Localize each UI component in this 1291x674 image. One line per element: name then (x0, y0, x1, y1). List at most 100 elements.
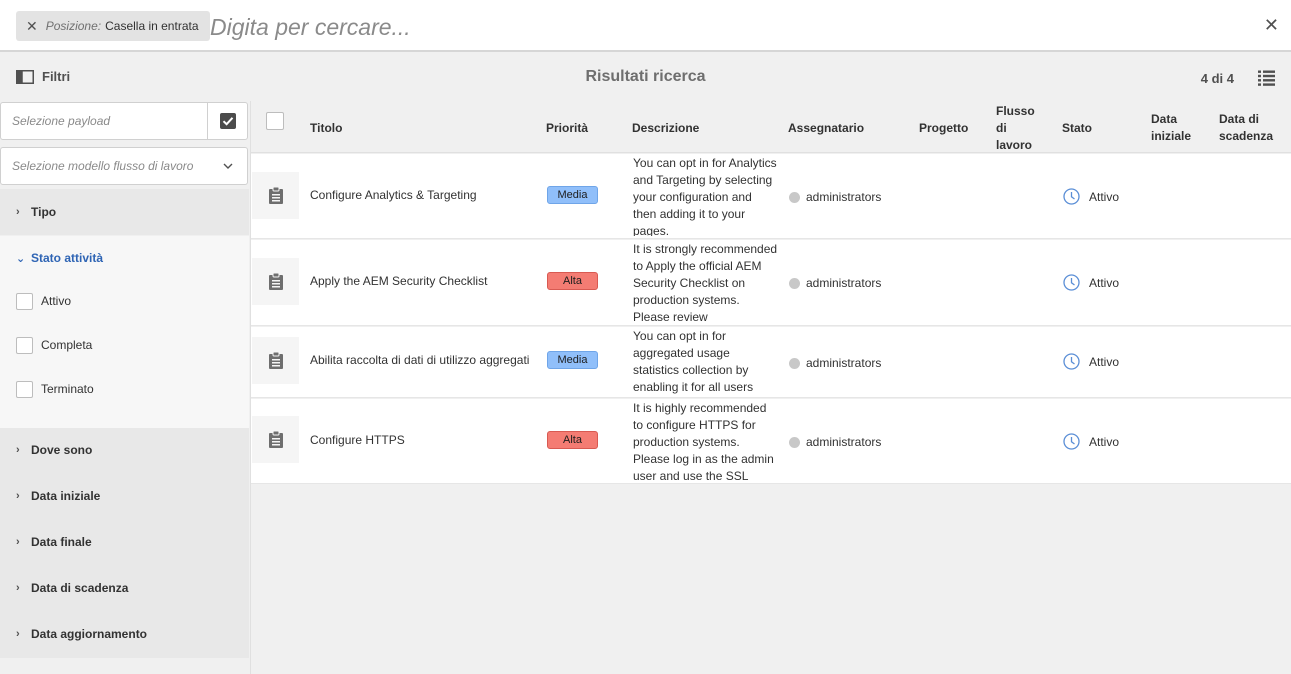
results-table: Titolo Priorità Descrizione Assegnatario… (250, 101, 1291, 674)
row-assignee: administrators (789, 276, 881, 290)
chevron-right-icon: › (16, 536, 20, 548)
payload-select-button[interactable] (207, 103, 247, 139)
clipboard-task-icon (268, 352, 283, 369)
row-description: It is strongly recommended to Apply the … (633, 242, 778, 323)
avatar (789, 357, 800, 369)
row-thumbnail[interactable] (252, 337, 299, 384)
clock-icon (1063, 353, 1080, 370)
section-label: Data di scadenza (31, 581, 129, 595)
result-count: 4 di 4 (1200, 71, 1234, 86)
section-data-finale[interactable]: › Data finale (0, 519, 249, 565)
assignee-name: administrators (806, 190, 882, 204)
col-progetto[interactable]: Progetto (919, 120, 968, 137)
status-label: Attivo (1089, 354, 1120, 369)
col-descrizione[interactable]: Descrizione (632, 120, 699, 137)
row-title: Configure Analytics & Targeting (310, 188, 477, 202)
row-title: Configure HTTPS (310, 433, 405, 447)
option-label: Terminato (41, 382, 94, 396)
row-title: Apply the AEM Security Checklist (310, 274, 488, 288)
clipboard-task-icon (268, 273, 283, 290)
section-label: Data iniziale (31, 489, 101, 503)
row-assignee: administrators (789, 190, 881, 204)
row-thumbnail[interactable] (252, 258, 299, 305)
workflow-model-select[interactable]: Selezione modello flusso di lavoro (0, 147, 248, 185)
close-search-icon[interactable]: ✕ (1264, 16, 1279, 34)
clock-icon (1063, 433, 1080, 450)
section-data-scadenza[interactable]: › Data di scadenza (0, 565, 249, 611)
section-data-aggiornamento[interactable]: › Data aggiornamento (0, 611, 249, 657)
status-label: Attivo (1089, 189, 1120, 204)
table-row[interactable]: Apply the AEM Security Checklist Alta It… (251, 240, 1291, 326)
row-description: You can opt in for Analytics and Targeti… (633, 156, 777, 236)
table-row[interactable]: Configure HTTPS Alta It is highly recomm… (251, 399, 1291, 484)
chevron-right-icon: › (16, 206, 20, 218)
row-assignee: administrators (789, 356, 881, 370)
section-dove-sono[interactable]: › Dove sono (0, 427, 249, 473)
filter-option-terminato[interactable]: Terminato (16, 380, 94, 398)
clipboard-task-icon (268, 431, 283, 448)
table-row[interactable]: Abilita raccolta di dati di utilizzo agg… (251, 327, 1291, 398)
table-row[interactable]: Configure Analytics & Targeting Media Yo… (251, 154, 1291, 239)
row-status: Attivo (1063, 274, 1119, 291)
select-all-checkbox[interactable] (266, 112, 284, 130)
chevron-down-icon: ⌄ (16, 252, 26, 265)
row-description: You can opt in for aggregated usage stat… (633, 329, 754, 394)
section-label: Data finale (31, 535, 92, 549)
row-status: Attivo (1063, 353, 1119, 370)
filter-rail: Selezione modello flusso di lavoro › Tip… (0, 101, 249, 674)
priority-badge: Alta (547, 431, 598, 449)
avatar (789, 277, 800, 289)
section-label: Tipo (31, 205, 57, 219)
option-label: Attivo (41, 294, 72, 308)
row-assignee: administrators (789, 435, 881, 449)
search-bar: ✕ Posizione: Casella in entrata ✕ (0, 0, 1291, 52)
section-label: Stato attività (31, 251, 104, 265)
workflow-model-label: Selezione modello flusso di lavoro (12, 159, 194, 173)
col-assegnatario[interactable]: Assegnatario (788, 120, 864, 137)
chevron-right-icon: › (16, 582, 20, 594)
checkbox[interactable] (16, 292, 33, 310)
tag-value: Casella in entrata (105, 19, 199, 33)
col-data-scadenza[interactable]: Data di scadenza (1219, 111, 1279, 145)
row-status: Attivo (1063, 188, 1119, 205)
clock-icon (1063, 274, 1080, 291)
section-tipo[interactable]: › Tipo (0, 189, 249, 235)
search-input[interactable] (210, 10, 1210, 44)
row-thumbnail[interactable] (252, 416, 299, 463)
section-data-iniziale[interactable]: › Data iniziale (0, 473, 249, 519)
assignee-name: administrators (806, 356, 882, 370)
col-flusso[interactable]: Flusso di lavoro (996, 103, 1041, 154)
chevron-down-icon (223, 163, 233, 169)
tag-key: Posizione: (45, 19, 102, 33)
col-priorita[interactable]: Priorità (546, 120, 588, 137)
location-tag[interactable]: ✕ Posizione: Casella in entrata (16, 11, 210, 41)
remove-tag-icon[interactable]: ✕ (26, 19, 38, 33)
action-bar: Filtri Risultati ricerca 4 di 4 (0, 53, 1291, 101)
clipboard-task-icon (268, 187, 283, 204)
section-stato-attivita[interactable]: ⌄ Stato attività (0, 235, 249, 281)
priority-badge: Media (547, 351, 598, 369)
checkbox[interactable] (16, 336, 33, 354)
avatar (789, 436, 800, 448)
status-label: Attivo (1089, 434, 1120, 449)
chevron-right-icon: › (16, 490, 20, 502)
row-status: Attivo (1063, 433, 1119, 450)
row-thumbnail[interactable] (252, 172, 299, 219)
checkbox[interactable] (16, 380, 33, 398)
row-title: Abilita raccolta di dati di utilizzo agg… (310, 353, 530, 367)
filter-option-completa[interactable]: Completa (16, 336, 92, 354)
payload-input[interactable] (1, 103, 208, 139)
option-label: Completa (41, 338, 93, 352)
section-label: Dove sono (31, 443, 93, 457)
list-view-icon[interactable] (1258, 70, 1275, 86)
col-stato[interactable]: Stato (1062, 120, 1092, 137)
row-description: It is highly recommended to configure HT… (633, 401, 774, 482)
filter-option-attivo[interactable]: Attivo (16, 292, 71, 310)
page-title: Risultati ricerca (585, 68, 706, 85)
col-data-iniziale[interactable]: Data iniziale (1151, 111, 1201, 145)
section-label: Data aggiornamento (31, 627, 148, 641)
priority-badge: Media (547, 186, 598, 204)
priority-badge: Alta (547, 272, 598, 290)
col-titolo[interactable]: Titolo (310, 120, 342, 137)
assignee-name: administrators (806, 435, 882, 449)
